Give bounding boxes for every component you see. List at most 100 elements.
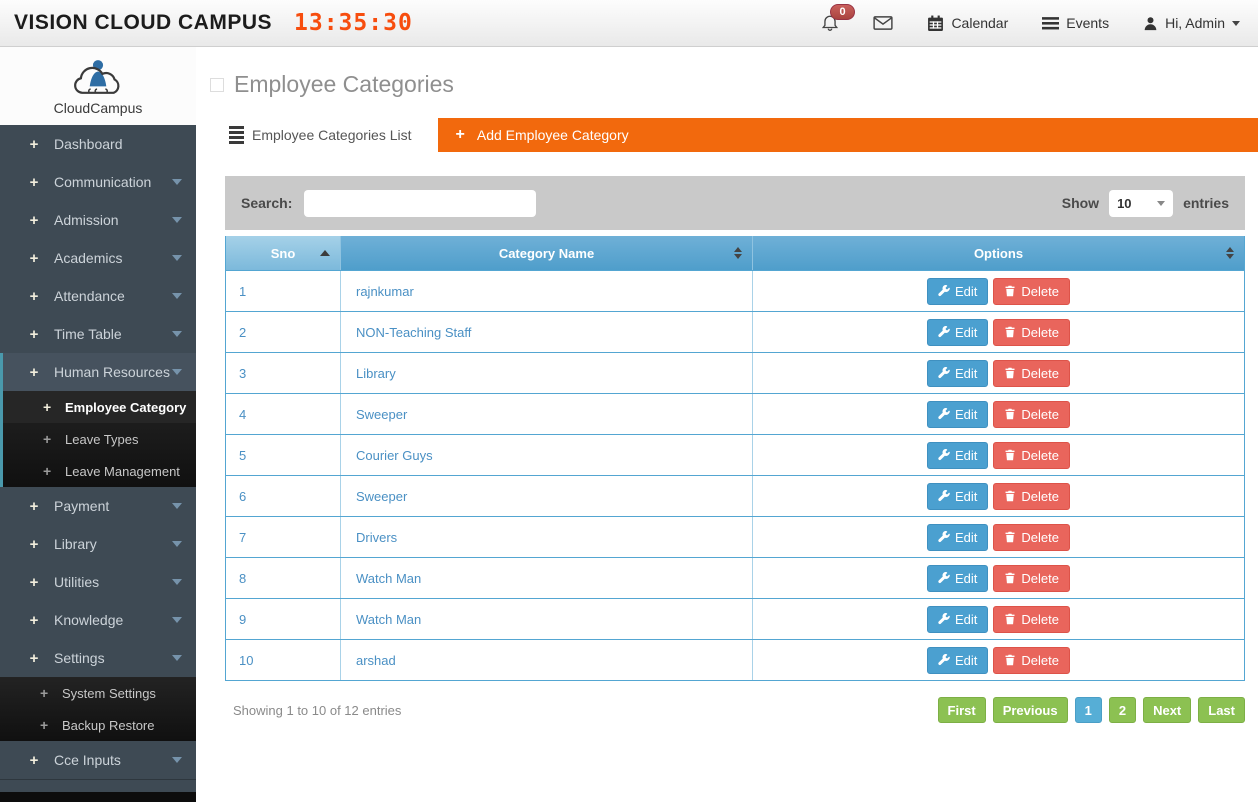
table-row: 5 Courier Guys Edit Delete	[226, 434, 1244, 475]
delete-button[interactable]: Delete	[993, 319, 1070, 346]
chevron-down-icon	[172, 655, 182, 661]
edit-button[interactable]: Edit	[927, 647, 988, 674]
delete-button[interactable]: Delete	[993, 401, 1070, 428]
sidebar-subitem-employee-category[interactable]: + Employee Category	[3, 391, 196, 423]
content-area: Search: Show 10 entries Sno	[196, 152, 1258, 723]
edit-button[interactable]: Edit	[927, 319, 988, 346]
pagination: First Previous 1 2 Next Last	[938, 697, 1245, 723]
sidebar-item-utilities[interactable]: + Utilities	[0, 563, 196, 601]
cell-category: Watch Man	[341, 599, 753, 639]
column-header-label: Options	[974, 246, 1023, 261]
table-header-row: Sno Category Name Options	[226, 236, 1244, 270]
sidebar-item-dashboard[interactable]: + Dashboard	[0, 125, 196, 163]
sidebar-item-settings[interactable]: + Settings	[0, 639, 196, 677]
sidebar-item-payment[interactable]: + Payment	[0, 487, 196, 525]
edit-button[interactable]: Edit	[927, 565, 988, 592]
calendar-label: Calendar	[951, 15, 1008, 31]
notification-count-badge: 0	[830, 4, 854, 20]
pagination-first-button[interactable]: First	[938, 697, 986, 723]
pagination-next-button[interactable]: Next	[1143, 697, 1191, 723]
tab-employee-categories-list[interactable]: Employee Categories List	[225, 118, 430, 152]
sort-icon	[734, 247, 742, 259]
sidebar-item-label: Attendance	[54, 288, 125, 304]
sidebar-item-time-table[interactable]: + Time Table	[0, 315, 196, 353]
edit-button[interactable]: Edit	[927, 442, 988, 469]
sidebar-subitem-label: System Settings	[62, 686, 156, 701]
sidebar-item-cce-inputs[interactable]: + Cce Inputs	[0, 741, 196, 779]
edit-button[interactable]: Edit	[927, 360, 988, 387]
sort-ascending-icon	[320, 250, 330, 256]
delete-label: Delete	[1021, 612, 1059, 627]
user-menu[interactable]: Hi, Admin	[1143, 15, 1240, 31]
cell-options: Edit Delete	[753, 312, 1244, 352]
sidebar-item-knowledge[interactable]: + Knowledge	[0, 601, 196, 639]
plus-icon: +	[26, 498, 42, 515]
entries-select[interactable]: 10	[1109, 190, 1173, 217]
sidebar-subitem-system-settings[interactable]: + System Settings	[0, 677, 196, 709]
tab-label: Add Employee Category	[477, 127, 629, 143]
delete-button[interactable]: Delete	[993, 524, 1070, 551]
sidebar-item-communication[interactable]: + Communication	[0, 163, 196, 201]
sidebar-subitem-backup-restore[interactable]: + Backup Restore	[0, 709, 196, 741]
cell-category: arshad	[341, 640, 753, 680]
entries-label: entries	[1183, 195, 1229, 211]
tab-bar: Employee Categories List + Add Employee …	[196, 118, 1258, 152]
sidebar-subitem-label: Backup Restore	[62, 718, 155, 733]
events-label: Events	[1066, 15, 1109, 31]
plus-icon: +	[26, 288, 42, 305]
edit-label: Edit	[955, 448, 977, 463]
plus-icon: +	[26, 174, 42, 191]
events-button[interactable]: Events	[1042, 15, 1109, 31]
delete-label: Delete	[1021, 489, 1059, 504]
brand-title: VISION CLOUD CAMPUS	[14, 11, 272, 35]
delete-button[interactable]: Delete	[993, 360, 1070, 387]
pagination-page-1-button[interactable]: 1	[1075, 697, 1102, 723]
sidebar-item-academics[interactable]: + Academics	[0, 239, 196, 277]
entries-summary: Showing 1 to 10 of 12 entries	[225, 703, 401, 718]
search-input[interactable]	[304, 190, 536, 217]
user-label: Hi, Admin	[1165, 15, 1225, 31]
edit-button[interactable]: Edit	[927, 401, 988, 428]
pagination-page-2-button[interactable]: 2	[1109, 697, 1136, 723]
plus-icon: +	[26, 212, 42, 229]
table-controls: Search: Show 10 entries	[225, 176, 1245, 230]
column-header-options[interactable]: Options	[753, 236, 1244, 270]
edit-button[interactable]: Edit	[927, 524, 988, 551]
edit-button[interactable]: Edit	[927, 606, 988, 633]
chevron-down-icon	[172, 293, 182, 299]
delete-button[interactable]: Delete	[993, 565, 1070, 592]
sidebar-item-attendance[interactable]: + Attendance	[0, 277, 196, 315]
sidebar-subitem-label: Employee Category	[65, 400, 186, 415]
sidebar-item-admission[interactable]: + Admission	[0, 201, 196, 239]
delete-button[interactable]: Delete	[993, 483, 1070, 510]
column-header-category-name[interactable]: Category Name	[341, 236, 753, 270]
pagination-previous-button[interactable]: Previous	[993, 697, 1068, 723]
sidebar-item-library[interactable]: + Library	[0, 525, 196, 563]
events-list-icon	[1042, 16, 1059, 31]
tab-add-employee-category[interactable]: + Add Employee Category	[438, 118, 1258, 152]
sidebar-subitem-leave-types[interactable]: + Leave Types	[3, 423, 196, 455]
sidebar-item-human-resources[interactable]: + Human Resources	[0, 353, 196, 391]
cell-options: Edit Delete	[753, 435, 1244, 475]
edit-button[interactable]: Edit	[927, 483, 988, 510]
notifications-button[interactable]: 0	[821, 14, 839, 32]
settings-submenu: + System Settings + Backup Restore	[0, 677, 196, 741]
topbar-actions: 0 Calendar Events Hi, Admin	[821, 14, 1240, 32]
sidebar-subitem-leave-management[interactable]: + Leave Management	[3, 455, 196, 487]
delete-label: Delete	[1021, 530, 1059, 545]
sidebar-item-label: Human Resources	[54, 364, 170, 380]
sidebar-item-label: Admission	[54, 212, 119, 228]
messages-button[interactable]	[873, 15, 893, 31]
delete-button[interactable]: Delete	[993, 442, 1070, 469]
calendar-button[interactable]: Calendar	[927, 15, 1008, 32]
calendar-icon	[927, 15, 944, 32]
delete-button[interactable]: Delete	[993, 606, 1070, 633]
delete-button[interactable]: Delete	[993, 278, 1070, 305]
delete-label: Delete	[1021, 653, 1059, 668]
edit-button[interactable]: Edit	[927, 278, 988, 305]
pagination-last-button[interactable]: Last	[1198, 697, 1245, 723]
column-header-sno[interactable]: Sno	[226, 236, 341, 270]
plus-icon: +	[26, 612, 42, 629]
delete-button[interactable]: Delete	[993, 647, 1070, 674]
cloudcampus-logo-icon	[67, 56, 129, 102]
